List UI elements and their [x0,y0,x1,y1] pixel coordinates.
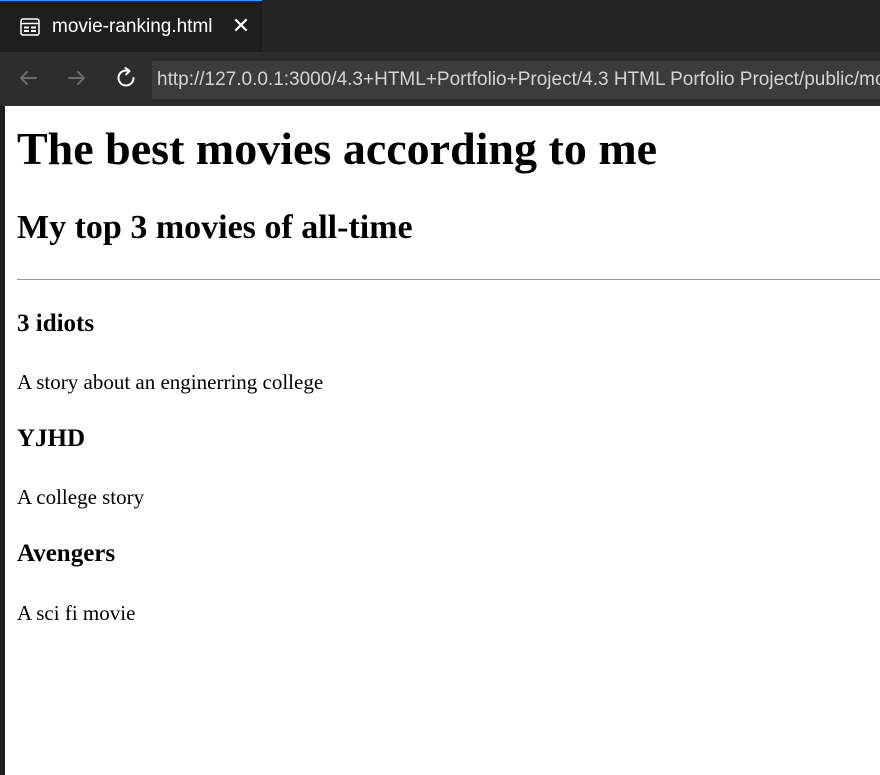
reload-icon[interactable] [112,64,140,92]
movie-description: A sci fi movie [17,601,136,625]
back-arrow-icon[interactable] [14,64,42,92]
address-bar[interactable]: http://127.0.0.1:3000/4.3+HTML+Portfolio… [152,61,880,99]
movie-title: 3 idiots [17,310,95,337]
close-icon[interactable]: ✕ [231,15,251,37]
page-content: The best movies according to me My top 3… [5,106,880,775]
movie-description: A college story [17,485,145,509]
tab-movie-ranking[interactable]: movie-ranking.html ✕ [0,0,262,52]
browser-page-icon [20,18,40,36]
tab-title: movie-ranking.html [52,16,213,37]
divider [17,279,880,280]
page-title: The best movies according to me [17,123,658,174]
forward-arrow-icon[interactable] [63,64,91,92]
page-subtitle: My top 3 movies of all-time [17,209,413,246]
tab-bar: movie-ranking.html ✕ [0,0,880,52]
movie-title: YJHD [17,425,86,452]
url-text[interactable]: http://127.0.0.1:3000/4.3+HTML+Portfolio… [157,69,880,91]
movie-description: A story about an enginerring college [17,370,324,394]
movie-title: Avengers [17,540,116,567]
